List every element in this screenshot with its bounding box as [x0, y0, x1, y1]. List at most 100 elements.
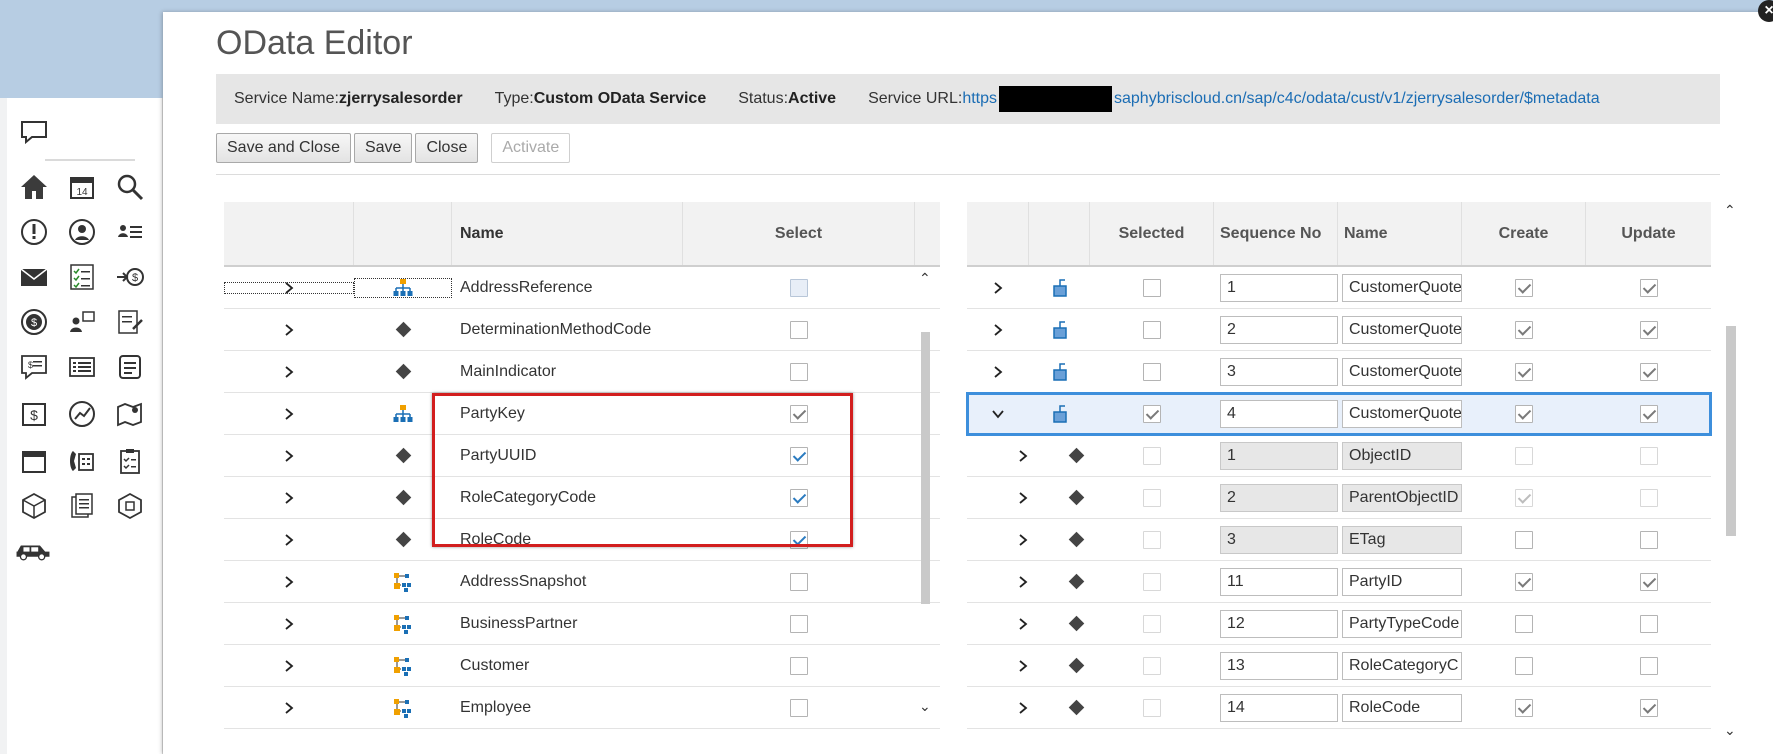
order-icon[interactable] — [113, 350, 147, 384]
sequence-input[interactable]: 12 — [1220, 609, 1338, 638]
table-row[interactable]: Customer — [224, 645, 940, 687]
expand-chevron-icon[interactable] — [224, 617, 354, 630]
table-row[interactable]: 4 CustomerQuote — [966, 392, 1712, 436]
table-row[interactable]: Employee — [224, 687, 940, 729]
update-checkbox[interactable] — [1639, 446, 1658, 465]
left-scrollbar[interactable]: ⌃ ⌄ — [917, 268, 933, 718]
selected-checkbox[interactable] — [1143, 362, 1161, 381]
select-checkbox[interactable] — [790, 656, 808, 675]
update-checkbox[interactable] — [1639, 488, 1658, 507]
update-checkbox[interactable] — [1639, 530, 1658, 549]
list-icon[interactable] — [65, 350, 99, 384]
product-icon[interactable] — [17, 489, 51, 523]
name-input[interactable]: CustomerQuote — [1342, 357, 1462, 386]
column-header-create[interactable]: Create — [1462, 202, 1586, 265]
table-row[interactable]: 3 ETag — [967, 519, 1711, 561]
sequence-input[interactable]: 13 — [1220, 651, 1338, 680]
create-checkbox[interactable] — [1515, 530, 1533, 549]
name-input[interactable]: PartyID — [1342, 567, 1462, 596]
update-checkbox[interactable] — [1639, 278, 1658, 297]
save-button[interactable]: Save — [353, 133, 413, 163]
car-icon[interactable] — [11, 532, 55, 566]
sequence-input[interactable]: 11 — [1220, 567, 1338, 596]
table-row[interactable]: AddressSnapshot — [224, 561, 940, 603]
create-checkbox[interactable] — [1515, 572, 1533, 591]
sequence-input[interactable]: 2 — [1220, 483, 1338, 512]
expand-chevron-icon[interactable] — [224, 449, 354, 462]
create-checkbox[interactable] — [1515, 614, 1533, 633]
scroll-thumb[interactable] — [1726, 326, 1736, 536]
right-scrollbar[interactable]: ⌃ ⌄ — [1722, 202, 1740, 742]
team-icon[interactable] — [65, 305, 99, 339]
update-checkbox[interactable] — [1639, 362, 1658, 381]
name-input[interactable]: ParentObjectID — [1342, 483, 1462, 512]
create-checkbox[interactable] — [1515, 362, 1533, 381]
expand-chevron-icon[interactable] — [224, 365, 354, 378]
forecast-icon[interactable] — [65, 397, 99, 431]
update-checkbox[interactable] — [1639, 320, 1658, 339]
expand-chevron-icon[interactable] — [967, 701, 1029, 714]
expand-chevron-icon[interactable] — [224, 575, 354, 588]
select-checkbox[interactable] — [790, 698, 808, 717]
sequence-input[interactable]: 3 — [1220, 525, 1338, 554]
scroll-up-icon[interactable]: ⌃ — [1724, 202, 1736, 219]
name-input[interactable]: PartyTypeCode — [1342, 609, 1462, 638]
name-input[interactable]: ObjectID — [1342, 441, 1462, 470]
select-checkbox[interactable] — [790, 320, 808, 339]
expand-chevron-icon[interactable] — [967, 533, 1029, 546]
select-checkbox[interactable] — [790, 362, 808, 381]
table-row[interactable]: 14 RoleCode — [967, 687, 1711, 729]
search-icon[interactable] — [113, 170, 147, 204]
create-checkbox[interactable] — [1515, 320, 1533, 339]
expand-chevron-icon[interactable] — [967, 281, 1029, 294]
close-button[interactable]: Close — [415, 133, 479, 163]
table-row[interactable]: MainIndicator — [224, 351, 940, 393]
scroll-down-icon[interactable]: ⌄ — [919, 698, 931, 715]
column-header-sequence[interactable]: Sequence No — [1214, 202, 1338, 265]
create-checkbox[interactable] — [1515, 698, 1533, 717]
sales-icon[interactable]: $ — [113, 260, 147, 294]
scroll-thumb[interactable] — [921, 332, 930, 604]
expand-chevron-icon[interactable] — [224, 323, 354, 336]
checklist-icon[interactable] — [65, 260, 99, 294]
table-row[interactable]: 13 RoleCategoryC — [967, 645, 1711, 687]
documents-icon[interactable] — [65, 489, 99, 523]
selected-checkbox[interactable] — [1143, 278, 1161, 297]
selected-checkbox[interactable] — [1143, 488, 1161, 507]
alert-icon[interactable] — [17, 215, 51, 249]
update-checkbox[interactable] — [1639, 404, 1658, 423]
expand-chevron-icon[interactable] — [224, 491, 354, 504]
table-row[interactable]: BusinessPartner — [224, 603, 940, 645]
scroll-up-icon[interactable]: ⌃ — [919, 270, 931, 287]
mail-icon[interactable] — [17, 260, 51, 294]
expand-chevron-icon[interactable] — [224, 701, 354, 714]
sequence-input[interactable]: 3 — [1220, 357, 1338, 386]
invoice-icon[interactable]: $ — [17, 397, 51, 431]
task-icon[interactable] — [113, 444, 147, 478]
service-url-link[interactable]: https saphybriscloud.cn/sap/c4c/odata/cus… — [962, 86, 1600, 112]
column-header-selected[interactable]: Selected — [1090, 202, 1214, 265]
table-row[interactable]: 11 PartyID — [967, 561, 1711, 603]
create-checkbox[interactable] — [1515, 278, 1533, 297]
update-checkbox[interactable] — [1639, 698, 1658, 717]
sequence-input[interactable]: 14 — [1220, 693, 1338, 722]
table-row[interactable]: AddressReference — [224, 267, 940, 309]
packages-icon[interactable] — [113, 489, 147, 523]
expand-chevron-icon[interactable] — [967, 491, 1029, 504]
create-checkbox[interactable] — [1515, 656, 1533, 675]
expand-chevron-icon[interactable] — [967, 449, 1029, 462]
close-dialog-icon[interactable]: × — [1758, 0, 1773, 22]
expand-chevron-icon[interactable] — [224, 281, 354, 294]
user-icon[interactable] — [65, 215, 99, 249]
column-header-name[interactable]: Name — [452, 202, 683, 265]
expand-chevron-icon[interactable] — [967, 365, 1029, 378]
selected-checkbox[interactable] — [1143, 698, 1161, 717]
update-checkbox[interactable] — [1639, 656, 1658, 675]
save-and-close-button[interactable]: Save and Close — [216, 133, 351, 163]
activate-button[interactable]: Activate — [491, 133, 571, 163]
selected-checkbox[interactable] — [1143, 404, 1161, 423]
table-row[interactable]: 2 ParentObjectID — [967, 477, 1711, 519]
chat-icon[interactable] — [20, 120, 48, 145]
create-checkbox[interactable] — [1515, 488, 1533, 507]
table-row[interactable]: 12 PartyTypeCode — [967, 603, 1711, 645]
